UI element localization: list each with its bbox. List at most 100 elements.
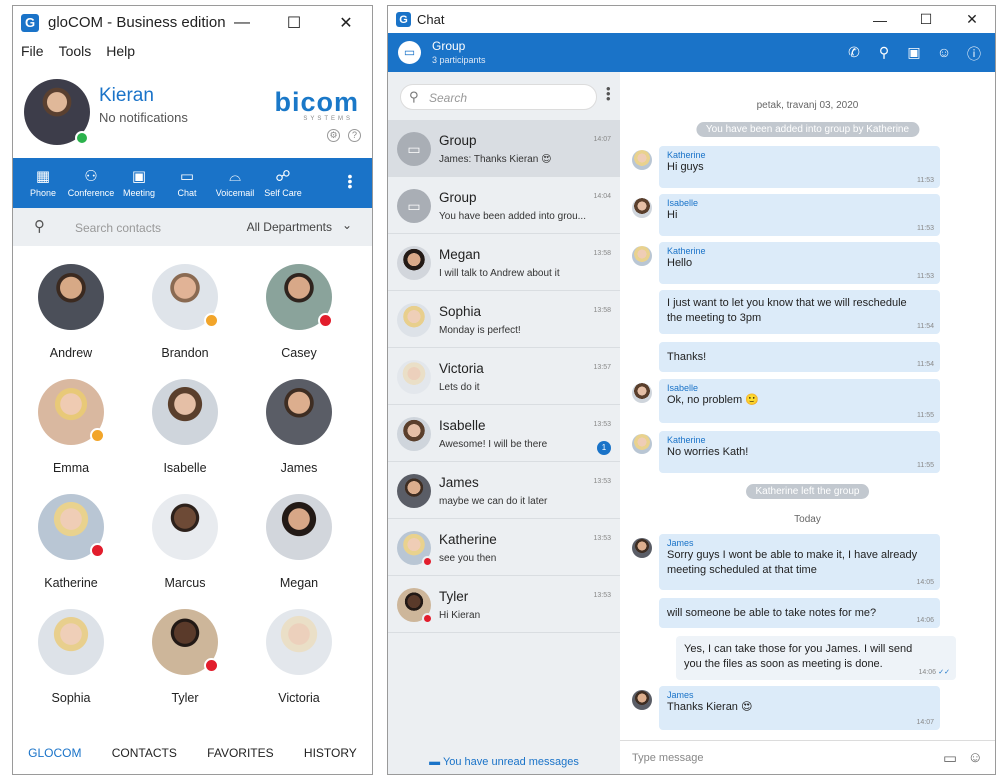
conversation-item[interactable]: Katherine see you then 13:53 (388, 519, 620, 576)
tab-favorites[interactable]: FAVORITES (207, 746, 273, 760)
close-button[interactable]: ✕ (949, 6, 995, 33)
contact-card[interactable]: Katherine (21, 494, 121, 590)
message-bubble[interactable]: Thanks! 11:54 (659, 342, 940, 372)
contact-avatar (266, 379, 332, 445)
conversation-item[interactable]: Victoria Lets do it 13:57 (388, 348, 620, 405)
outgoing-message-bubble[interactable]: Yes, I can take those for you James. I w… (676, 636, 956, 680)
tab-history[interactable]: HISTORY (304, 746, 357, 760)
contact-avatar (266, 264, 333, 330)
toolbar-chat[interactable]: ▭ Chat (163, 168, 211, 198)
conversation-item[interactable]: ▭ Group James: Thanks Kieran 😍 14:07 (388, 120, 620, 177)
maximize-button[interactable]: ☐ (268, 6, 320, 39)
contact-avatar (397, 303, 431, 337)
chevron-down-icon[interactable]: ⌄ (342, 218, 352, 232)
contact-name: Isabelle (163, 461, 207, 475)
menu-tools[interactable]: Tools (59, 43, 92, 59)
contact-avatar (38, 264, 104, 330)
message-bubble[interactable]: will someone be able to take notes for m… (659, 598, 940, 628)
unread-messages-link[interactable]: ▬ You have unread messages (388, 756, 620, 768)
contact-card[interactable]: Victoria (249, 609, 349, 705)
conversation-title: Tyler (439, 589, 469, 604)
message-text: Thanks Kieran 😍 (667, 701, 753, 713)
conversation-preview: Awesome! I will be there (439, 439, 548, 450)
toolbar-self-care[interactable]: ☍ Self Care (259, 168, 307, 198)
toolbar-voicemail[interactable]: ⌓ Voicemail (211, 168, 259, 198)
more-options-icon[interactable]: • • • (606, 82, 611, 105)
phone-icon: ▦ (35, 168, 51, 185)
tab-glocom[interactable]: GLOCOM (28, 746, 81, 760)
more-options-icon[interactable]: • • • (346, 169, 354, 193)
tab-contacts[interactable]: CONTACTS (112, 746, 177, 760)
contact-avatar (152, 494, 218, 560)
toolbar-meeting[interactable]: ▣ Meeting (115, 168, 163, 198)
help-icon[interactable]: ? (348, 129, 361, 142)
profile-panel: Kieran No notifications bicom SYSTEMS ⚙ … (13, 63, 372, 158)
read-receipt-icon: ✓✓ (938, 669, 950, 676)
conversation-search[interactable]: ⚲ Search (400, 84, 597, 110)
menu-file[interactable]: File (21, 43, 44, 59)
toolbar-label: Conference (67, 188, 115, 198)
conversation-title: Katherine (439, 532, 497, 547)
conversation-item[interactable]: Megan I will talk to Andrew about it 13:… (388, 234, 620, 291)
close-button[interactable]: ✕ (320, 6, 372, 39)
contact-card[interactable]: Andrew (21, 264, 121, 360)
menu-help[interactable]: Help (106, 43, 135, 59)
contact-card[interactable]: Casey (249, 264, 349, 360)
contact-card[interactable]: Isabelle (135, 379, 235, 475)
message-bubble[interactable]: Katherine Hi guys 11:53 (659, 146, 940, 188)
message-bubble[interactable]: Isabelle Hi 11:53 (659, 194, 940, 236)
settings-icon[interactable]: ⚙ (327, 129, 340, 142)
call-icon[interactable]: ✆ (839, 44, 869, 64)
online-status-icon (75, 131, 89, 145)
chat-icon: ▭ (179, 168, 195, 185)
message-text: will someone be able to take notes for m… (667, 607, 877, 619)
search-contacts-input[interactable]: Search contacts (75, 221, 161, 235)
conversation-item[interactable]: ▭ Group You have been added into grou...… (388, 177, 620, 234)
conversation-preview: I will talk to Andrew about it (439, 268, 560, 279)
toolbar-label: Voicemail (215, 188, 255, 198)
contact-card[interactable]: Tyler (135, 609, 235, 705)
toolbar-conference[interactable]: ⚇ Conference (67, 168, 115, 198)
maximize-button[interactable]: ☐ (903, 6, 949, 33)
message-input[interactable]: Type message (632, 752, 704, 764)
sender-avatar (632, 690, 652, 710)
attach-file-icon[interactable]: ▭ (943, 749, 957, 767)
message-bubble[interactable]: Isabelle Ok, no problem 🙂 11:55 (659, 379, 940, 423)
contact-card[interactable]: Sophia (21, 609, 121, 705)
message-bubble[interactable]: I just want to let you know that we will… (659, 290, 940, 334)
emoji-icon[interactable]: ☺ (968, 749, 983, 766)
message-bubble[interactable]: Katherine No worries Kath! 11:55 (659, 431, 940, 473)
contact-name: Marcus (164, 576, 206, 590)
conversation-item[interactable]: Sophia Monday is perfect! 13:58 (388, 291, 620, 348)
message-bubble[interactable]: Katherine Hello 11:53 (659, 242, 940, 284)
contact-card-icon[interactable]: ▣ (899, 44, 929, 64)
notification-status: No notifications (99, 110, 188, 125)
conversation-item[interactable]: Tyler Hi Kieran 13:53 (388, 576, 620, 633)
toolbar-phone[interactable]: ▦ Phone (19, 168, 67, 198)
search-icon[interactable]: ⚲ (34, 217, 45, 235)
contact-card[interactable]: Emma (21, 379, 121, 475)
contact-avatar (266, 494, 332, 560)
minimize-button[interactable]: — (216, 6, 268, 39)
conversation-preview: Hi Kieran (439, 610, 481, 621)
contact-card[interactable]: Marcus (135, 494, 235, 590)
add-participant-icon[interactable]: ☺ (929, 44, 959, 64)
contact-card[interactable]: Megan (249, 494, 349, 590)
conversation-item[interactable]: Isabelle Awesome! I will be there 13:53 … (388, 405, 620, 462)
message-bubble[interactable]: James Sorry guys I wont be able to make … (659, 534, 940, 590)
minimize-button[interactable]: — (857, 6, 903, 33)
bicom-logo-sub: SYSTEMS (303, 116, 353, 122)
conversation-time: 13:53 (593, 478, 611, 485)
department-select[interactable]: All Departments (247, 220, 332, 234)
search-input[interactable]: Search (429, 91, 467, 105)
message-composer: Type message ▭ ☺ (620, 740, 995, 774)
search-icon[interactable]: ⚲ (869, 44, 899, 64)
conversation-item[interactable]: James maybe we can do it later 13:53 (388, 462, 620, 519)
message-bubble[interactable]: James Thanks Kieran 😍 14:07 (659, 686, 940, 730)
contact-card[interactable]: Brandon (135, 264, 235, 360)
info-icon[interactable]: ⓘ (959, 44, 989, 64)
self-care-icon: ☍ (275, 168, 291, 185)
contact-card[interactable]: James (249, 379, 349, 475)
date-separator: Today (794, 514, 821, 525)
contact-name: Casey (281, 346, 317, 360)
